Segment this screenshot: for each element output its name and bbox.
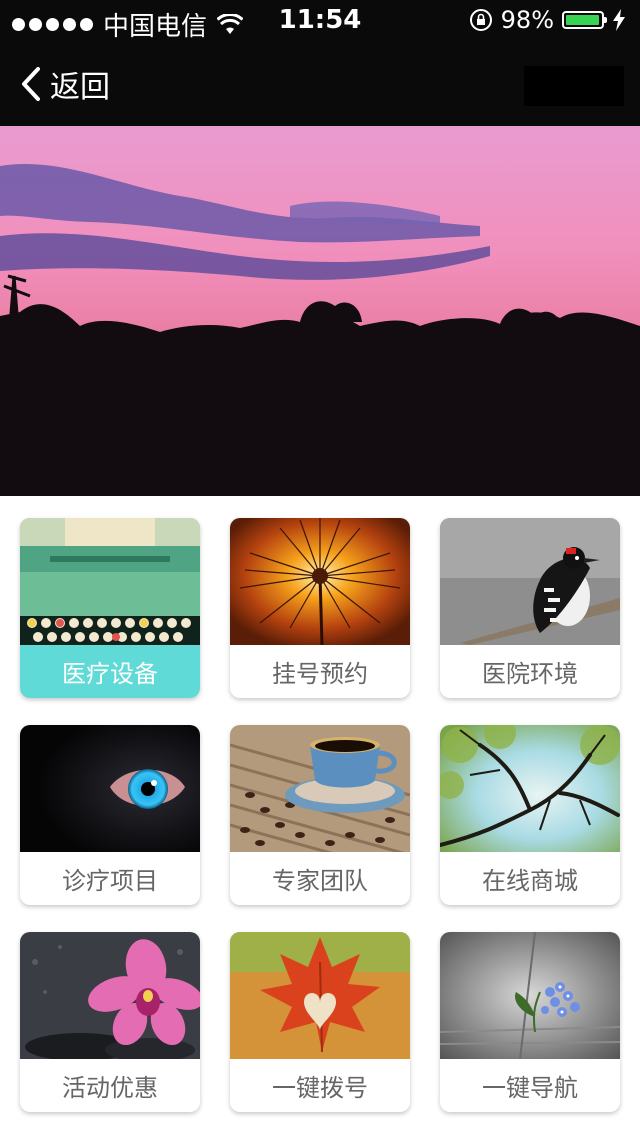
status-bar: 中国电信 11:54 98% — [0, 0, 640, 42]
grid-item-online-store[interactable]: 在线商城 — [440, 725, 620, 905]
maple-leaf-image — [230, 932, 410, 1059]
back-button[interactable]: 返回 — [20, 62, 110, 106]
nav-right-placeholder — [524, 66, 624, 106]
charging-bolt-icon — [613, 9, 625, 31]
blue-flower-image — [440, 932, 620, 1059]
dandelion-image — [230, 518, 410, 645]
battery-icon — [562, 11, 607, 29]
grid-item-label: 在线商城 — [482, 867, 578, 895]
grid-item-label: 诊疗项目 — [62, 867, 158, 895]
chevron-left-icon — [22, 67, 40, 101]
banner-image — [0, 126, 640, 496]
grid-item-treatment-items[interactable]: 诊疗项目 — [20, 725, 200, 905]
status-right: 98% — [469, 6, 626, 34]
back-label: 返回 — [50, 70, 110, 105]
grid-item-label: 挂号预约 — [272, 660, 368, 688]
grid-item-appointment[interactable]: 挂号预约 — [230, 518, 410, 698]
battery-percent: 98% — [500, 6, 554, 34]
grid-item-label: 专家团队 — [272, 867, 368, 895]
orchid-image — [20, 932, 200, 1059]
grid-item-label: 活动优惠 — [62, 1074, 158, 1102]
blue-eye-image — [20, 725, 200, 852]
rotation-lock-icon — [469, 9, 492, 31]
grid-item-label: 一键导航 — [482, 1074, 578, 1102]
tree-branches-image — [440, 725, 620, 852]
grid-item-expert-team[interactable]: 专家团队 — [230, 725, 410, 905]
grid-item-medical-equipment[interactable]: 医疗设备 — [20, 518, 200, 698]
woodpecker-image — [440, 518, 620, 645]
nav-bar: 返回 — [0, 40, 640, 126]
grid-item-one-click-navigation[interactable]: 一键导航 — [440, 932, 620, 1112]
grid-item-label: 一键拨号 — [272, 1074, 368, 1102]
grid-item-one-click-call[interactable]: 一键拨号 — [230, 932, 410, 1112]
sunset-landscape-image — [0, 126, 640, 496]
grid-item-hospital-environment[interactable]: 医院环境 — [440, 518, 620, 698]
grid-item-label: 医疗设备 — [20, 645, 200, 698]
grid-item-promotions[interactable]: 活动优惠 — [20, 932, 200, 1112]
coffee-cup-image — [230, 725, 410, 852]
grid-item-label: 医院环境 — [482, 660, 578, 688]
typewriter-image — [20, 518, 200, 645]
